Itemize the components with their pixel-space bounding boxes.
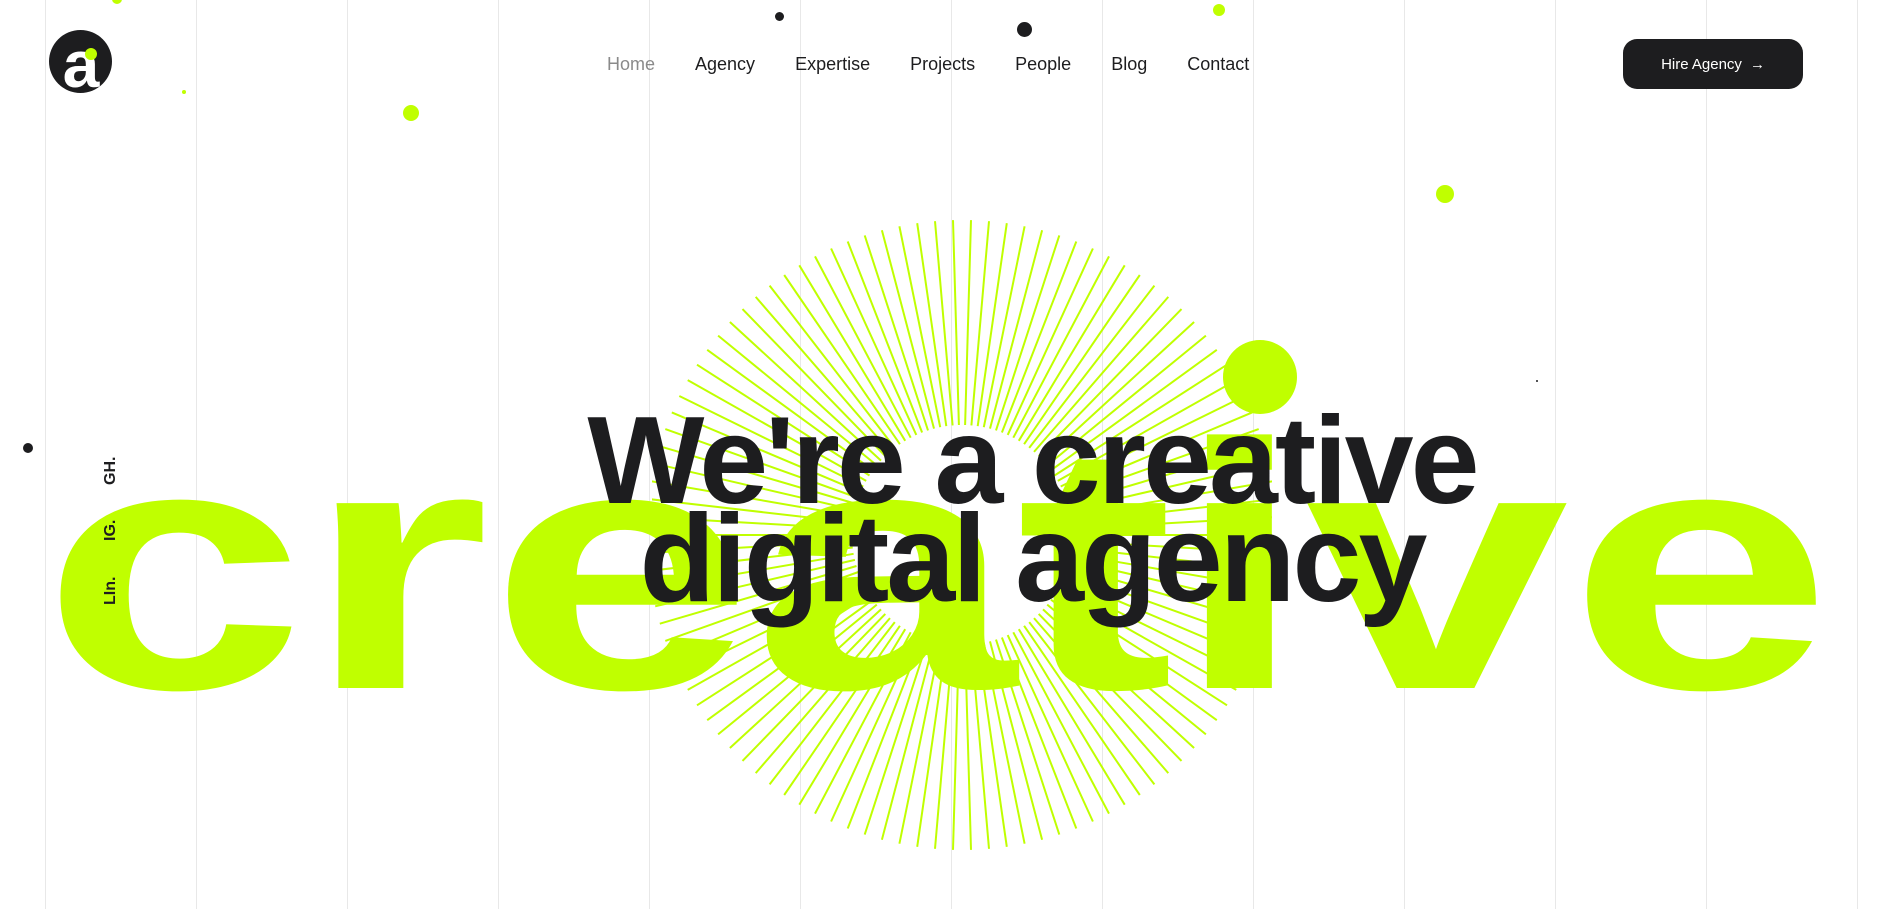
sunburst-ray (952, 644, 960, 850)
sunburst-ray (741, 613, 887, 762)
sunburst-ray (1042, 608, 1195, 749)
nav-home[interactable]: Home (607, 54, 655, 75)
grid-line (1555, 0, 1556, 909)
sunburst-ray (989, 641, 1044, 840)
sunburst-ray (1000, 637, 1078, 829)
social-link-instagram[interactable]: IG. (102, 520, 120, 541)
sunburst-ray (1006, 634, 1094, 822)
nav-expertise[interactable]: Expertise (795, 54, 870, 75)
sunburst-ray (729, 608, 882, 749)
sunburst-ray (830, 634, 918, 822)
arrow-right-icon: → (1749, 55, 1765, 73)
main-nav: Home Agency Expertise Projects People Bl… (607, 50, 1249, 78)
dark-dot (1017, 22, 1032, 37)
sunburst-ray (964, 644, 972, 850)
social-link-linkedin[interactable]: LIn. (102, 577, 120, 605)
headline-line-2: digital agency (639, 490, 1428, 628)
sunburst-ray (976, 643, 1008, 847)
dark-dot (23, 443, 33, 453)
accent-dot (112, 0, 122, 4)
sunburst-ray (1023, 625, 1141, 796)
sunburst-ray (982, 642, 1026, 844)
dark-dot (775, 12, 784, 21)
sunburst-ray (970, 644, 990, 849)
sunburst-ray (814, 631, 912, 815)
logo-letter: a (62, 30, 100, 93)
sunburst-ray (1017, 628, 1126, 806)
sunburst-ray (783, 625, 901, 796)
accent-dot (403, 105, 419, 121)
nav-projects[interactable]: Projects (910, 54, 975, 75)
logo-dot (85, 48, 97, 60)
sunburst-ray (1028, 621, 1156, 786)
nav-agency[interactable]: Agency (695, 54, 755, 75)
hero-headline: We're a creative digital agency (552, 399, 1512, 628)
sunburst-ray (798, 628, 907, 806)
grid-line (1706, 0, 1707, 909)
sunburst-ray (880, 641, 935, 840)
nav-people[interactable]: People (1015, 54, 1071, 75)
sunburst-ray (1012, 631, 1110, 815)
nav-contact[interactable]: Contact (1187, 54, 1249, 75)
grid-line (347, 0, 348, 909)
grid-line (196, 0, 197, 909)
sunburst-ray (754, 617, 891, 774)
sunburst-ray (846, 637, 924, 829)
nav-blog[interactable]: Blog (1111, 54, 1147, 75)
social-links: GH. IG. LIn. (102, 455, 126, 605)
social-link-github[interactable]: GH. (102, 457, 120, 485)
grid-line (1857, 0, 1858, 909)
hire-agency-label: Hire Agency (1661, 55, 1742, 73)
sunburst-ray (1037, 613, 1183, 762)
dark-dot (1536, 380, 1538, 382)
agency-logo[interactable]: a (49, 30, 112, 93)
grid-line (498, 0, 499, 909)
sunburst-ray (768, 621, 896, 786)
accent-dot (1213, 4, 1225, 16)
sunburst-ray (916, 643, 948, 847)
grid-line (45, 0, 46, 909)
sunburst-ray (863, 639, 929, 835)
sunburst-ray (934, 644, 954, 849)
accent-dot (1436, 185, 1454, 203)
hero-stage: creative We're a creative digital agency… (0, 0, 1904, 909)
hire-agency-button[interactable]: Hire Agency → (1623, 39, 1803, 89)
sunburst-ray (898, 642, 942, 844)
accent-dot (182, 90, 186, 94)
sunburst-ray (995, 639, 1061, 835)
